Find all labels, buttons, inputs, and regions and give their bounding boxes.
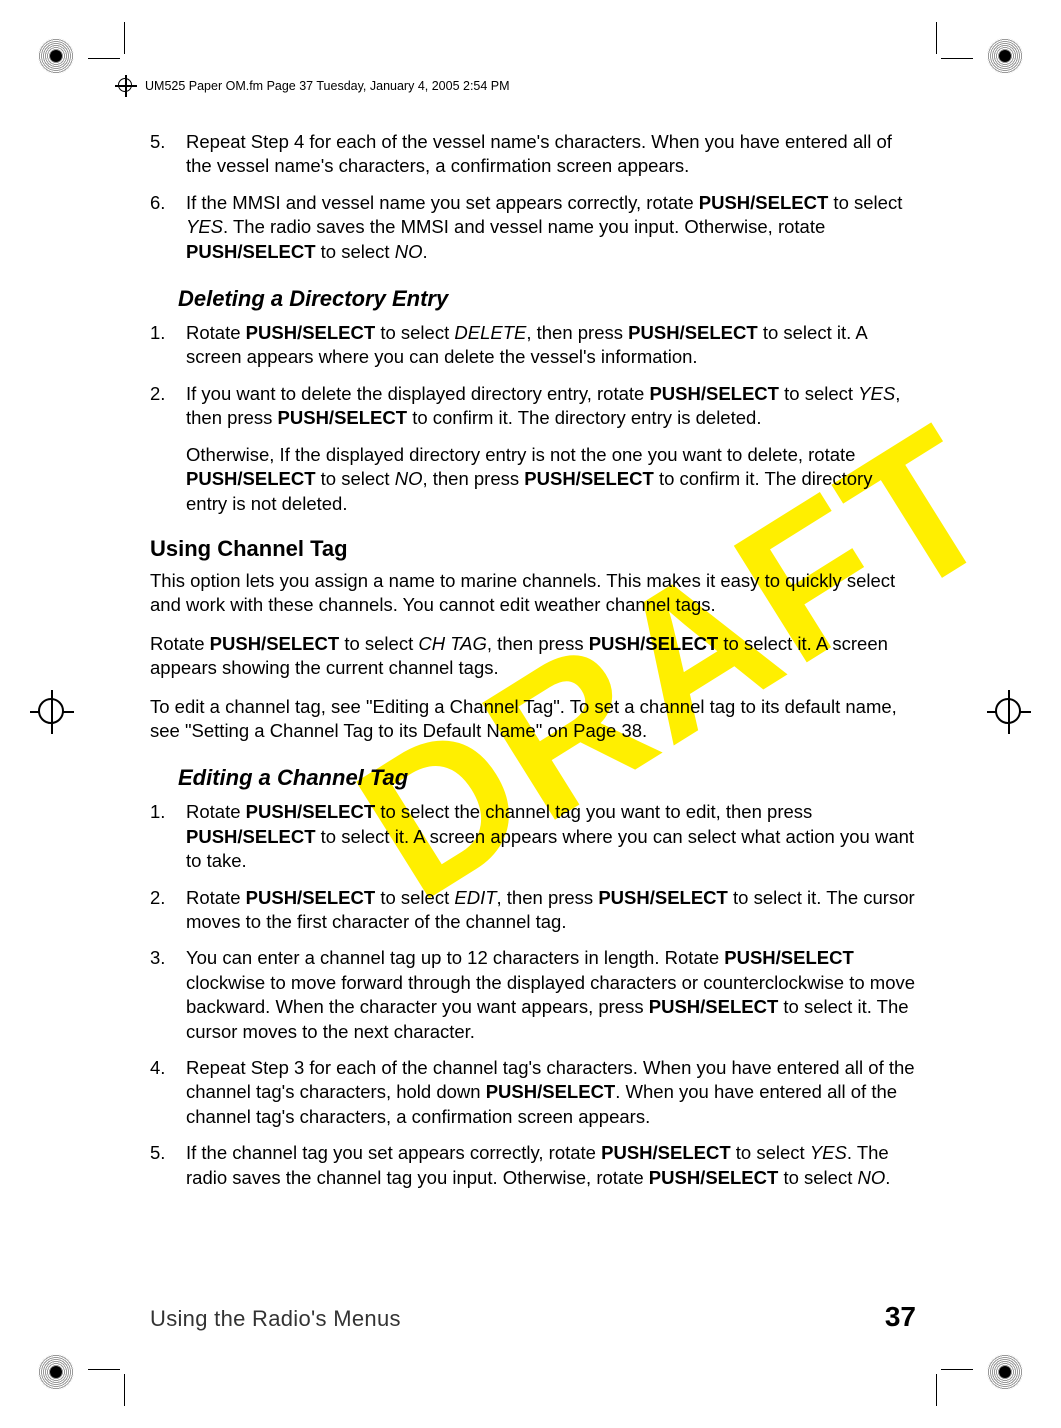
list-number: 3.: [150, 946, 186, 1044]
paragraph: To edit a channel tag, see "Editing a Ch…: [150, 695, 916, 744]
page-content: 5. Repeat Step 4 for each of the vessel …: [150, 130, 916, 1202]
paragraph: This option lets you assign a name to ma…: [150, 569, 916, 618]
list-item: 2. If you want to delete the displayed d…: [150, 382, 916, 516]
list-body: Rotate PUSH/SELECT to select the channel…: [186, 800, 916, 873]
page-header: UM525 Paper OM.fm Page 37 Tuesday, Janua…: [115, 75, 946, 97]
list-body: You can enter a channel tag up to 12 cha…: [186, 946, 916, 1044]
list-item: 6. If the MMSI and vessel name you set a…: [150, 191, 916, 264]
crop-mark: [88, 58, 120, 59]
subheading-deleting: Deleting a Directory Entry: [178, 284, 916, 313]
footer-title: Using the Radio's Menus: [150, 1306, 401, 1332]
list-item: 5. If the channel tag you set appears co…: [150, 1141, 916, 1190]
page-number: 37: [885, 1301, 916, 1333]
list-body: Repeat Step 3 for each of the channel ta…: [186, 1056, 916, 1129]
registration-mark-icon: [987, 1354, 1023, 1390]
list-item: 5. Repeat Step 4 for each of the vessel …: [150, 130, 916, 179]
list-body: If the channel tag you set appears corre…: [186, 1141, 916, 1190]
registration-mark-icon: [38, 1354, 74, 1390]
registration-mark-icon: [38, 38, 74, 74]
subheading-editing: Editing a Channel Tag: [178, 763, 916, 792]
registration-mark-icon: [987, 38, 1023, 74]
crop-mark: [124, 1374, 125, 1406]
crop-mark: [936, 22, 937, 54]
list-body: If you want to delete the displayed dire…: [186, 382, 916, 516]
list-body: If the MMSI and vessel name you set appe…: [186, 191, 916, 264]
crop-mark: [124, 22, 125, 54]
list-number: 1.: [150, 800, 186, 873]
list-number: 4.: [150, 1056, 186, 1129]
list-number: 5.: [150, 130, 186, 179]
list-body: Rotate PUSH/SELECT to select DELETE, the…: [186, 321, 916, 370]
crop-mark: [936, 1374, 937, 1406]
paragraph: Rotate PUSH/SELECT to select CH TAG, the…: [150, 632, 916, 681]
list-number: 6.: [150, 191, 186, 264]
list-item: 1. Rotate PUSH/SELECT to select the chan…: [150, 800, 916, 873]
header-crosshair-icon: [115, 75, 137, 97]
crosshair-icon: [30, 690, 74, 734]
list-number: 2.: [150, 382, 186, 516]
page-footer: Using the Radio's Menus 37: [150, 1301, 916, 1333]
list-number: 5.: [150, 1141, 186, 1190]
list-body: Rotate PUSH/SELECT to select EDIT, then …: [186, 886, 916, 935]
list-item: 3. You can enter a channel tag up to 12 …: [150, 946, 916, 1044]
list-item: 4. Repeat Step 3 for each of the channel…: [150, 1056, 916, 1129]
heading-using-channel-tag: Using Channel Tag: [150, 534, 916, 563]
list-body: Repeat Step 4 for each of the vessel nam…: [186, 130, 916, 179]
crop-mark: [88, 1369, 120, 1370]
list-number: 1.: [150, 321, 186, 370]
crosshair-icon: [987, 690, 1031, 734]
header-text: UM525 Paper OM.fm Page 37 Tuesday, Janua…: [145, 79, 510, 93]
list-number: 2.: [150, 886, 186, 935]
crop-mark: [941, 58, 973, 59]
list-item: 2. Rotate PUSH/SELECT to select EDIT, th…: [150, 886, 916, 935]
crop-mark: [941, 1369, 973, 1370]
list-item: 1. Rotate PUSH/SELECT to select DELETE, …: [150, 321, 916, 370]
